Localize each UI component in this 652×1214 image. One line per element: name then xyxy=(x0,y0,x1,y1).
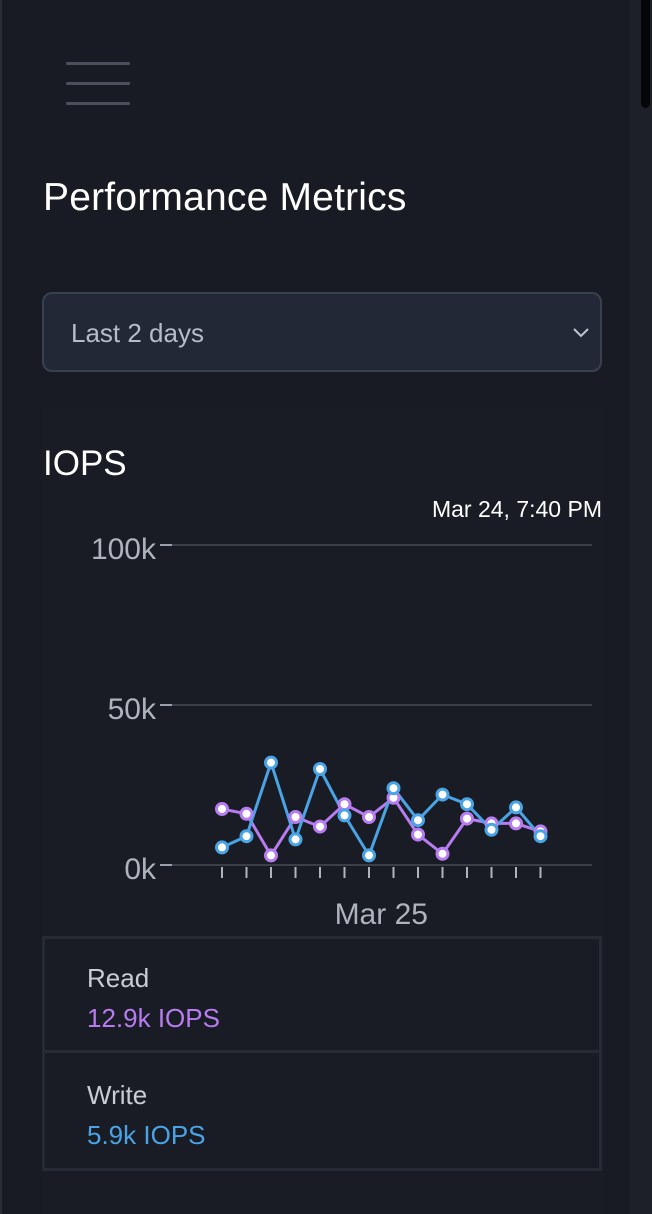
data-point-read xyxy=(313,819,327,834)
data-point-write xyxy=(288,832,303,847)
legend-item-write: Write 5.9k IOPS xyxy=(45,1056,599,1170)
data-point-write xyxy=(533,829,548,844)
data-point-write xyxy=(386,781,401,796)
data-point-read xyxy=(337,797,352,812)
data-point-write xyxy=(313,762,327,776)
data-point-write xyxy=(411,813,425,828)
data-point-write xyxy=(435,787,450,802)
data-point-write xyxy=(362,848,376,863)
data-point-read xyxy=(239,806,254,821)
data-point-read xyxy=(460,811,474,826)
data-point-write xyxy=(337,808,352,823)
data-point-write xyxy=(264,755,278,770)
legend-label: Read xyxy=(87,963,150,993)
y-tick-label: 50k xyxy=(108,693,157,726)
y-tick-label: 100k xyxy=(91,533,157,566)
legend-label: Write xyxy=(87,1080,148,1110)
legend: Read 12.9k IOPS Write 5.9k IOPS xyxy=(42,936,602,1171)
iops-chart[interactable]: 100k 50k 0k Mar 25 xyxy=(0,0,652,940)
data-point-write xyxy=(215,840,229,855)
x-tick-label: Mar 25 xyxy=(335,898,428,931)
data-point-read xyxy=(264,848,278,863)
data-point-read xyxy=(509,816,523,831)
legend-value: 12.9k IOPS xyxy=(87,1003,220,1033)
data-point-read xyxy=(435,846,450,861)
legend-value: 5.9k IOPS xyxy=(87,1120,206,1150)
data-point-write xyxy=(239,829,254,844)
data-point-read xyxy=(288,810,303,824)
data-point-write xyxy=(460,797,474,812)
y-tick-label: 0k xyxy=(124,853,157,886)
page: Performance Metrics Last 2 days IOPS Mar… xyxy=(0,0,652,1214)
data-point-write xyxy=(484,822,499,837)
data-point-read xyxy=(215,802,229,816)
data-point-read xyxy=(411,827,425,842)
data-point-read xyxy=(362,810,376,824)
data-point-write xyxy=(509,800,523,815)
legend-item-read: Read 12.9k IOPS xyxy=(45,939,599,1053)
